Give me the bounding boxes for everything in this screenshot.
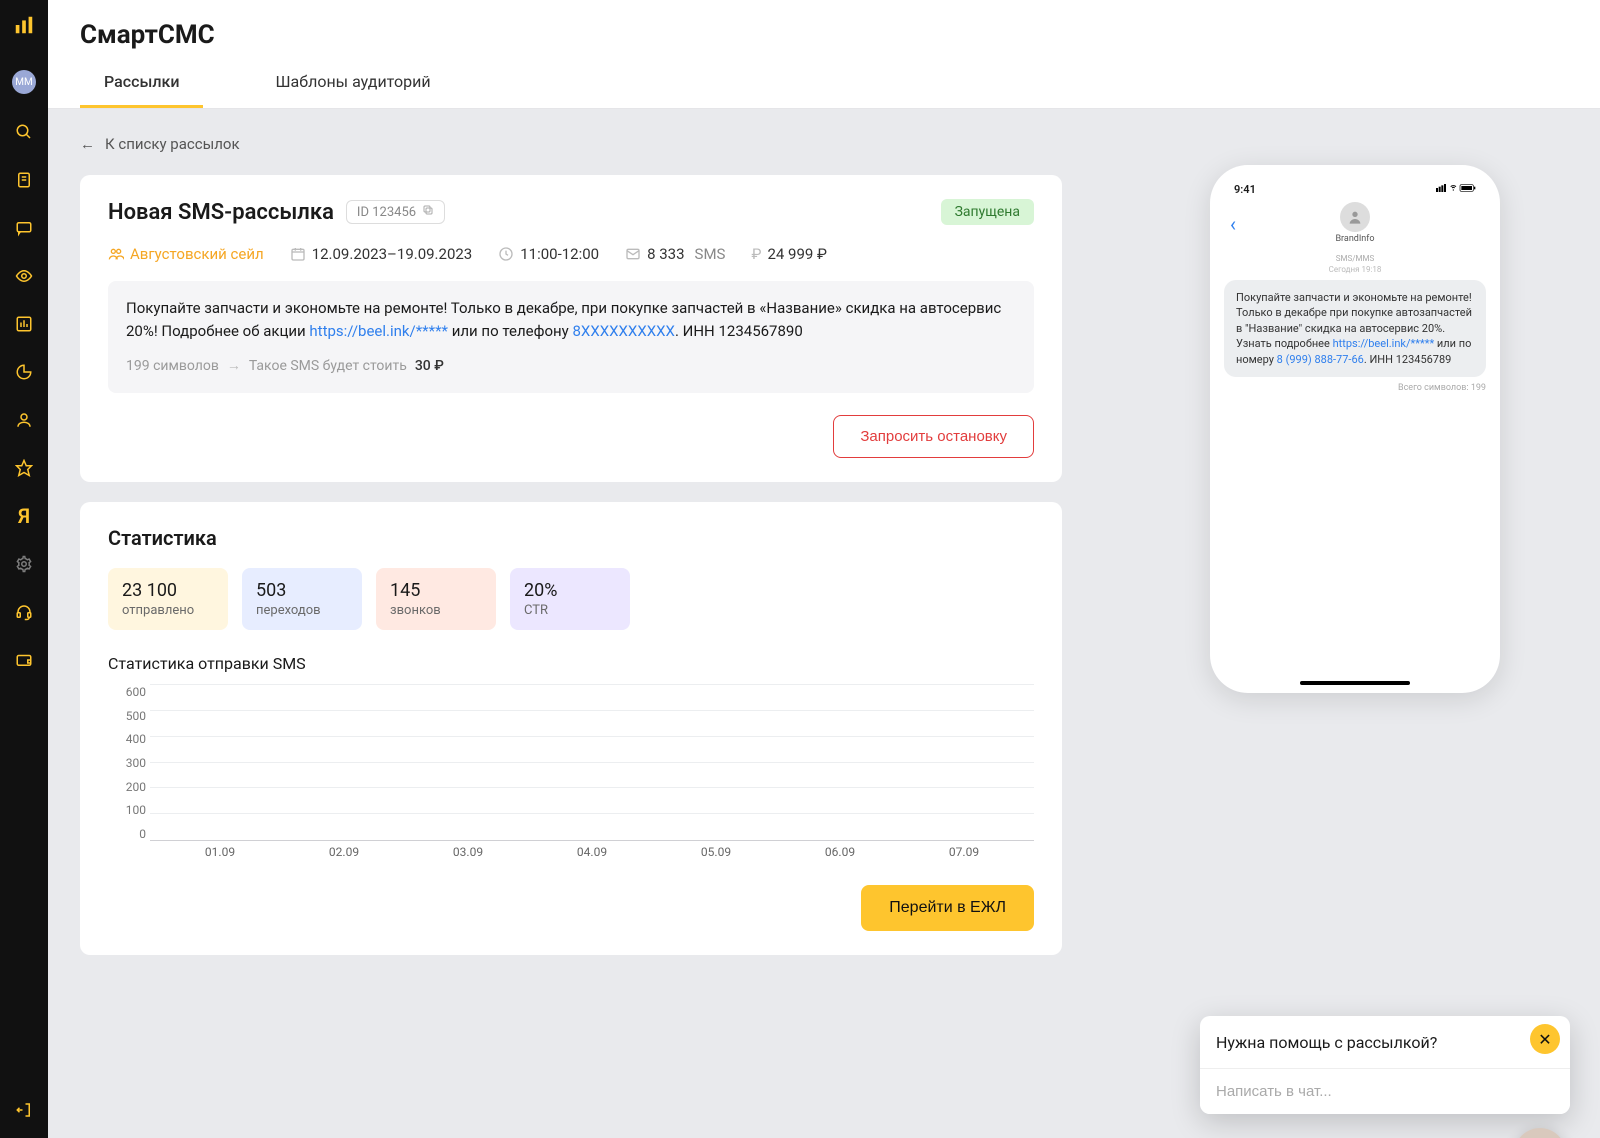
- kpi-ctr-value: 20%: [524, 580, 616, 601]
- chart-x-label: 07.09: [914, 845, 1014, 865]
- campaign-price: 24 999 ₽: [767, 245, 827, 263]
- chat-widget: Нужна помощь с рассылкой? ✕ 👩: [1200, 1016, 1570, 1114]
- headset-icon[interactable]: [14, 602, 34, 622]
- chart-x-label: 03.09: [418, 845, 518, 865]
- msg-link-1[interactable]: https://beel.ink/*****: [309, 322, 448, 340]
- msg-text-3: . ИНН 1234567890: [675, 322, 803, 340]
- kpi-calls-value: 145: [390, 580, 482, 601]
- chat-close-button[interactable]: ✕: [1530, 1024, 1560, 1054]
- tab-templates[interactable]: Шаблоны аудиторий: [251, 72, 454, 108]
- chars-count: 199 символов: [126, 356, 219, 377]
- logo-icon: [13, 14, 35, 42]
- wallet-icon[interactable]: [14, 650, 34, 670]
- chart-x-label: 04.09: [542, 845, 642, 865]
- logout-icon[interactable]: [14, 1100, 34, 1120]
- chart-x-label: 05.09: [666, 845, 766, 865]
- audience-name: Августовский сейл: [130, 245, 264, 263]
- ruble-icon: ₽: [751, 245, 761, 263]
- star-icon[interactable]: [14, 458, 34, 478]
- clock-icon: [498, 246, 514, 262]
- chart-x-label: 01.09: [170, 845, 270, 865]
- sms-count-suffix: SMS: [695, 245, 726, 263]
- phone-back-icon: ‹: [1230, 212, 1236, 236]
- phone-preview: 9:41 ‹ BrandInfo SMS/MMS Сегодня 19:18 П…: [1210, 165, 1500, 693]
- kpi-sent-label: отправлено: [122, 603, 214, 618]
- phone-avatar-icon: [1340, 202, 1370, 232]
- arrow-right-icon: →: [227, 356, 241, 377]
- chart: 6005004003002001000 01.0902.0903.0904.09…: [108, 685, 1034, 865]
- document-icon[interactable]: [14, 170, 34, 190]
- chart-title: Статистика отправки SMS: [108, 654, 1034, 673]
- pie-chart-icon[interactable]: [14, 362, 34, 382]
- phone-msg-link1: https://beel.ink/*****: [1333, 337, 1435, 350]
- kpi-sent: 23 100 отправлено: [108, 568, 228, 630]
- campaign-card: Новая SMS-рассылка ID 123456 Запущена Ав…: [80, 175, 1062, 482]
- kpi-ctr-label: CTR: [524, 603, 616, 618]
- back-link[interactable]: ← К списку рассылок: [80, 135, 1062, 153]
- phone-time: 9:41: [1234, 183, 1256, 196]
- tab-campaigns[interactable]: Рассылки: [80, 72, 203, 108]
- chat-title: Нужна помощь с рассылкой?: [1216, 1033, 1437, 1052]
- kpi-sent-value: 23 100: [122, 580, 214, 601]
- campaign-id-text: ID 123456: [357, 205, 416, 220]
- envelope-icon: [625, 246, 641, 262]
- chat-icon[interactable]: [14, 218, 34, 238]
- bar-chart-icon[interactable]: [14, 314, 34, 334]
- yandex-icon[interactable]: Я: [14, 506, 34, 526]
- time-range: 11:00-12:00: [520, 245, 599, 263]
- eye-icon[interactable]: [14, 266, 34, 286]
- date-range: 12.09.2023–19.09.2023: [312, 245, 473, 263]
- users-icon: [108, 246, 124, 262]
- kpi-calls: 145 звонков: [376, 568, 496, 630]
- audience-link[interactable]: Августовский сейл: [108, 245, 264, 263]
- page-title: СмартСМС: [80, 20, 1568, 50]
- message-box: Покупайте запчасти и экономьте на ремонт…: [108, 281, 1034, 393]
- kpi-calls-label: звонков: [390, 603, 482, 618]
- phone-home-indicator: [1300, 681, 1410, 685]
- phone-msg-3: . ИНН 123456789: [1364, 353, 1452, 366]
- back-link-label: К списку рассылок: [105, 135, 240, 153]
- cost-value: 30 ₽: [415, 356, 444, 377]
- campaign-id-chip[interactable]: ID 123456: [346, 200, 445, 224]
- meta-time: 11:00-12:00: [498, 245, 599, 263]
- stop-button[interactable]: Запросить остановку: [833, 415, 1034, 458]
- kpi-clicks: 503 переходов: [242, 568, 362, 630]
- go-ezhl-button[interactable]: Перейти в ЕЖЛ: [861, 885, 1034, 931]
- meta-date: 12.09.2023–19.09.2023: [290, 245, 473, 263]
- tabs: Рассылки Шаблоны аудиторий: [80, 72, 1568, 108]
- copy-icon: [422, 204, 434, 220]
- sms-count-value: 8 333: [647, 245, 684, 263]
- search-icon[interactable]: [14, 122, 34, 142]
- user-icon[interactable]: [14, 410, 34, 430]
- status-badge: Запущена: [941, 199, 1034, 225]
- chat-input[interactable]: [1200, 1069, 1570, 1114]
- meta-price: ₽ 24 999 ₽: [751, 245, 827, 263]
- user-avatar[interactable]: MM: [12, 70, 36, 94]
- calendar-icon: [290, 246, 306, 262]
- stats-title: Статистика: [108, 526, 1034, 550]
- phone-bubble: Покупайте запчасти и экономьте на ремонт…: [1224, 280, 1486, 377]
- titlebar: СмартСМС Рассылки Шаблоны аудиторий: [48, 0, 1600, 109]
- stats-card: Статистика 23 100 отправлено 503 переход…: [80, 502, 1062, 955]
- campaign-title: Новая SMS-рассылка: [108, 200, 334, 225]
- kpi-clicks-label: переходов: [256, 603, 348, 618]
- chart-x-label: 02.09: [294, 845, 394, 865]
- left-rail: MM Я: [0, 0, 48, 1138]
- kpi-ctr: 20% CTR: [510, 568, 630, 630]
- phone-stamp-sub: Сегодня 19:18: [1224, 265, 1486, 274]
- kpi-clicks-value: 503: [256, 580, 348, 601]
- phone-msg-link2: 8 (999) 888-77-66: [1277, 353, 1364, 366]
- phone-char-count: Всего символов: 199: [1224, 383, 1486, 393]
- cost-label: Такое SMS будет стоить: [249, 356, 407, 377]
- msg-link-2[interactable]: 8XXXXXXXXXX: [572, 322, 674, 340]
- arrow-left-icon: ←: [80, 135, 95, 153]
- phone-stamp-top: SMS/MMS: [1224, 254, 1486, 263]
- gear-icon[interactable]: [14, 554, 34, 574]
- meta-sms-count: 8 333 SMS: [625, 245, 725, 263]
- phone-brand: BrandInfo: [1335, 234, 1374, 244]
- chart-x-label: 06.09: [790, 845, 890, 865]
- phone-status-icons: [1436, 183, 1476, 196]
- msg-text-2: или по телефону: [448, 322, 572, 340]
